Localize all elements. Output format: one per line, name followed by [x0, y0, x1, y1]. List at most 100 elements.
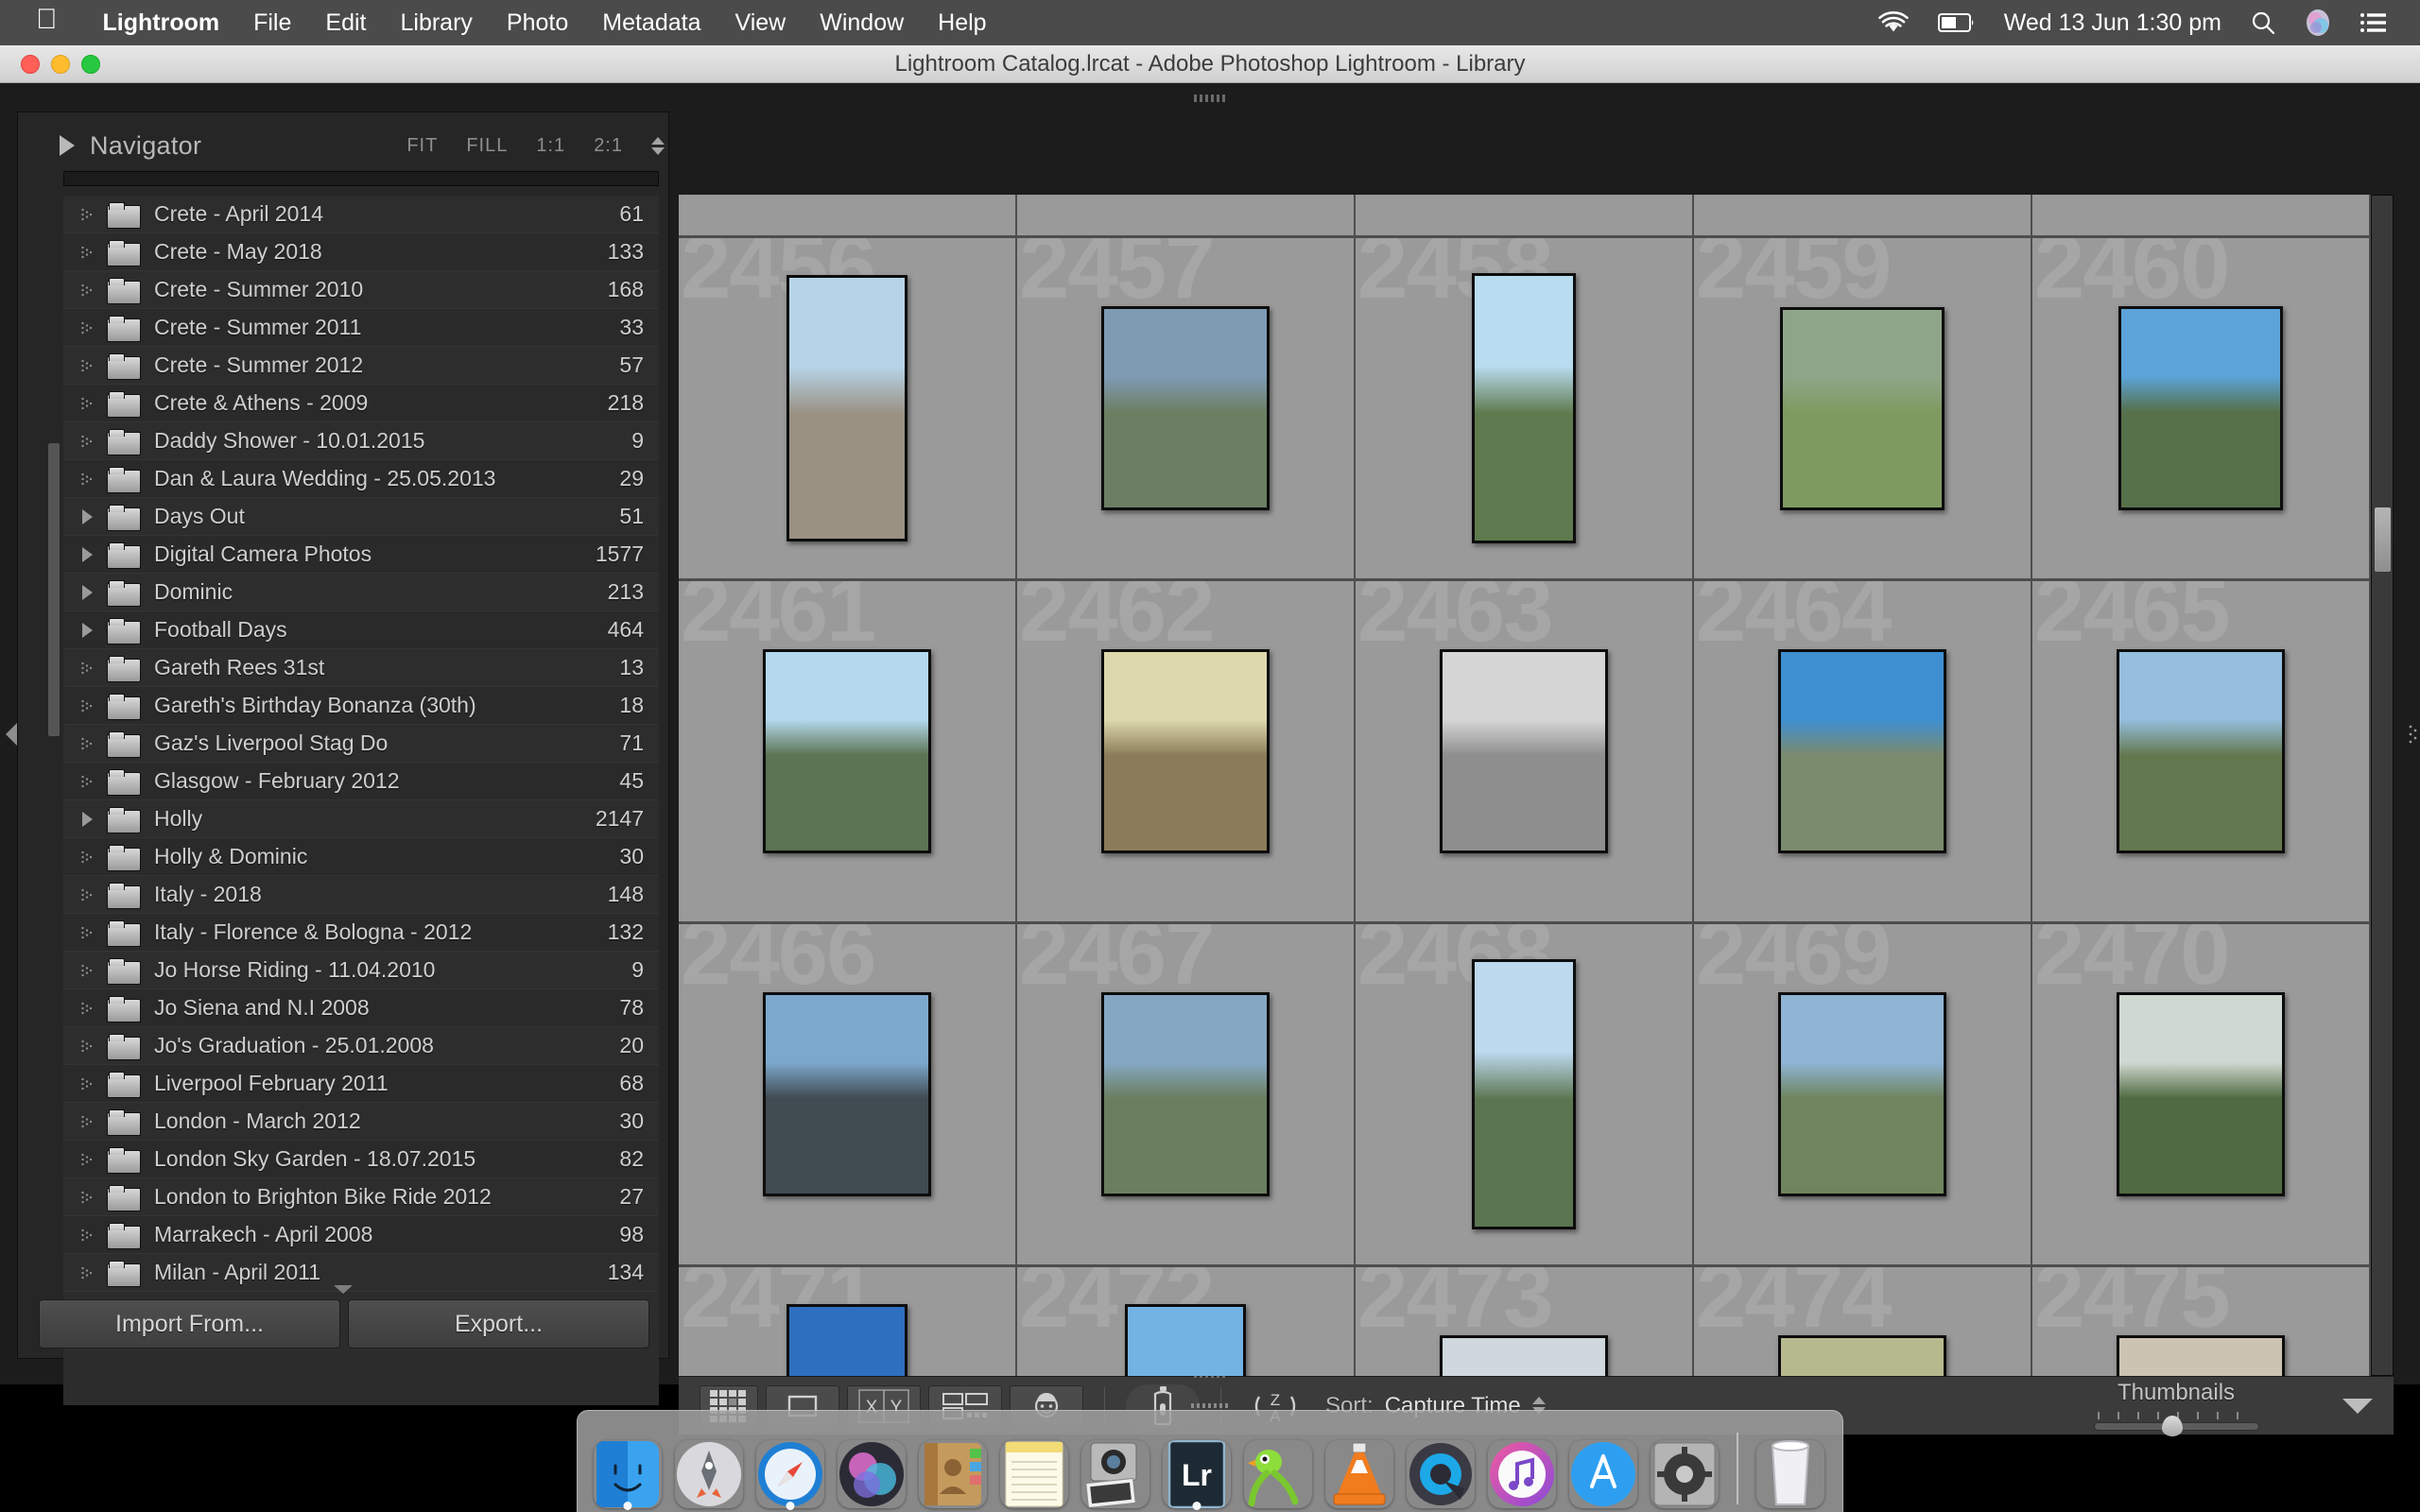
collapsed-dots-icon[interactable]	[71, 850, 103, 864]
folder-row[interactable]: Milan - April 2011134	[63, 1254, 659, 1292]
grid-cell[interactable]: 2469	[1694, 924, 2032, 1264]
folder-row[interactable]: Crete - Summer 2010168	[63, 271, 659, 309]
folder-row[interactable]: Holly2147	[63, 800, 659, 838]
chevron-down-icon[interactable]	[2342, 1399, 2373, 1414]
collapsed-dots-icon[interactable]	[71, 208, 103, 221]
collapsed-dots-icon[interactable]	[71, 737, 103, 750]
collapsed-dots-icon[interactable]	[71, 359, 103, 372]
collapsed-dots-icon[interactable]	[71, 472, 103, 486]
dock-item-quicktime[interactable]	[1404, 1431, 1478, 1508]
menu-item-help[interactable]: Help	[921, 9, 1003, 37]
folder-row[interactable]: Crete - May 2018133	[63, 233, 659, 271]
dock-item-image-capture[interactable]	[1079, 1431, 1152, 1508]
collapsed-dots-icon[interactable]	[71, 1153, 103, 1166]
collapsed-dots-icon[interactable]	[71, 435, 103, 448]
photo-thumbnail[interactable]	[1440, 649, 1608, 853]
collapsed-dots-icon[interactable]	[71, 1115, 103, 1128]
grid-cell[interactable]: 2465	[2032, 581, 2371, 921]
zoom-1-1[interactable]: 1:1	[536, 135, 565, 157]
photo-thumbnail[interactable]	[2117, 1335, 2285, 1376]
folder-row[interactable]: Crete - Summer 201133	[63, 309, 659, 347]
photo-thumbnail[interactable]	[1472, 273, 1576, 543]
dock-item-safari[interactable]	[753, 1431, 827, 1508]
folder-row[interactable]: Crete - Summer 201257	[63, 347, 659, 385]
photo-thumbnail[interactable]	[1780, 307, 1945, 510]
right-panel-resize-grip[interactable]	[2409, 724, 2418, 745]
photo-thumbnail[interactable]	[2117, 992, 2285, 1196]
photo-thumbnail[interactable]	[2118, 306, 2283, 510]
photo-thumbnail[interactable]	[1125, 1304, 1246, 1376]
grid-cell[interactable]: 2456	[679, 238, 1017, 578]
grid-cell[interactable]: 2462	[1017, 581, 1356, 921]
apple-logo-icon[interactable]: 	[36, 6, 58, 34]
spotlight-search-icon[interactable]	[2250, 9, 2276, 36]
photo-thumbnail[interactable]	[786, 1304, 908, 1376]
grid-scrollbar[interactable]	[2371, 195, 2394, 1376]
folder-row[interactable]: Marrakech - April 200898	[63, 1216, 659, 1254]
grid-cell[interactable]: 2460	[2032, 238, 2371, 578]
zoom-fit[interactable]: FIT	[406, 135, 438, 157]
menu-bar-clock[interactable]: Wed 13 Jun 1:30 pm	[2004, 9, 2221, 37]
grid-cell[interactable]: 2457	[1017, 238, 1356, 578]
zoom-fill[interactable]: FILL	[466, 135, 508, 157]
collapsed-dots-icon[interactable]	[71, 321, 103, 335]
collapsed-dots-icon[interactable]	[71, 1002, 103, 1015]
collapsed-dots-icon[interactable]	[71, 1266, 103, 1280]
grid-cell[interactable]	[679, 195, 1017, 235]
menu-item-library[interactable]: Library	[383, 9, 489, 37]
folder-row[interactable]: Gareth Rees 31st13	[63, 649, 659, 687]
folder-row[interactable]: Italy - Florence & Bologna - 2012132	[63, 914, 659, 952]
folder-row[interactable]: Days Out51	[63, 498, 659, 536]
collapsed-dots-icon[interactable]	[71, 699, 103, 713]
dock-item-launchpad[interactable]	[672, 1431, 746, 1508]
grid-cell[interactable]: 2472	[1017, 1267, 1356, 1376]
menu-item-edit[interactable]: Edit	[308, 9, 383, 37]
dock-item-vlc[interactable]	[1322, 1431, 1396, 1508]
photo-thumbnail[interactable]	[1778, 1335, 1946, 1376]
folder-row[interactable]: Crete & Athens - 2009218	[63, 385, 659, 422]
expand-triangle-icon[interactable]	[71, 585, 103, 600]
dock-item-itunes[interactable]	[1485, 1431, 1559, 1508]
folder-row[interactable]: Gareth's Birthday Bonanza (30th)18	[63, 687, 659, 725]
battery-icon[interactable]	[1938, 12, 1976, 33]
grid-cell[interactable]: 2467	[1017, 924, 1356, 1264]
folder-row[interactable]: London Sky Garden - 18.07.201582	[63, 1141, 659, 1178]
folder-row[interactable]: Crete - April 201461	[63, 196, 659, 233]
folder-row[interactable]: Holly & Dominic30	[63, 838, 659, 876]
collapsed-dots-icon[interactable]	[71, 284, 103, 297]
expand-triangle-icon[interactable]	[71, 547, 103, 562]
folder-row[interactable]: Jo Horse Riding - 11.04.20109	[63, 952, 659, 989]
grid-cell[interactable]: 2463	[1356, 581, 1694, 921]
thumbnails-slider[interactable]	[2094, 1412, 2259, 1433]
photo-thumbnail[interactable]	[1778, 992, 1946, 1196]
dock-item-app-store[interactable]	[1566, 1431, 1640, 1508]
photo-thumbnail[interactable]	[1101, 992, 1270, 1196]
dock-item-cyberduck[interactable]	[1241, 1431, 1315, 1508]
grid-cell[interactable]: 2466	[679, 924, 1017, 1264]
grid-scrollbar-thumb[interactable]	[2375, 507, 2391, 572]
collapsed-dots-icon[interactable]	[71, 246, 103, 259]
grid-cell[interactable]	[1694, 195, 2032, 235]
collapsed-dots-icon[interactable]	[71, 1040, 103, 1053]
dock-item-lightroom[interactable]: Lr	[1160, 1431, 1234, 1508]
folder-row[interactable]: Dan & Laura Wedding - 25.05.201329	[63, 460, 659, 498]
menu-item-lightroom[interactable]: Lightroom	[86, 9, 237, 37]
grid-cell[interactable]: 2471	[679, 1267, 1017, 1376]
menu-item-window[interactable]: Window	[803, 9, 921, 37]
export-button[interactable]: Export...	[348, 1299, 649, 1349]
menu-item-photo[interactable]: Photo	[490, 9, 585, 37]
collapsed-dots-icon[interactable]	[71, 1077, 103, 1091]
dock-item-notes[interactable]	[997, 1431, 1071, 1508]
folder-row[interactable]: Football Days464	[63, 611, 659, 649]
folder-row[interactable]: Glasgow - February 201245	[63, 763, 659, 800]
menu-item-metadata[interactable]: Metadata	[585, 9, 717, 37]
grid-cell[interactable]: 2474	[1694, 1267, 2032, 1376]
grid-cell[interactable]	[1356, 195, 1694, 235]
siri-icon[interactable]	[2305, 9, 2331, 37]
grid-cell[interactable]: 2468	[1356, 924, 1694, 1264]
collapsed-dots-icon[interactable]	[71, 1191, 103, 1204]
dock-item-siri[interactable]	[835, 1431, 908, 1508]
folder-row[interactable]: Italy - 2018148	[63, 876, 659, 914]
grid-cell[interactable]: 2461	[679, 581, 1017, 921]
thumbnails-slider-knob[interactable]	[2162, 1416, 2183, 1436]
